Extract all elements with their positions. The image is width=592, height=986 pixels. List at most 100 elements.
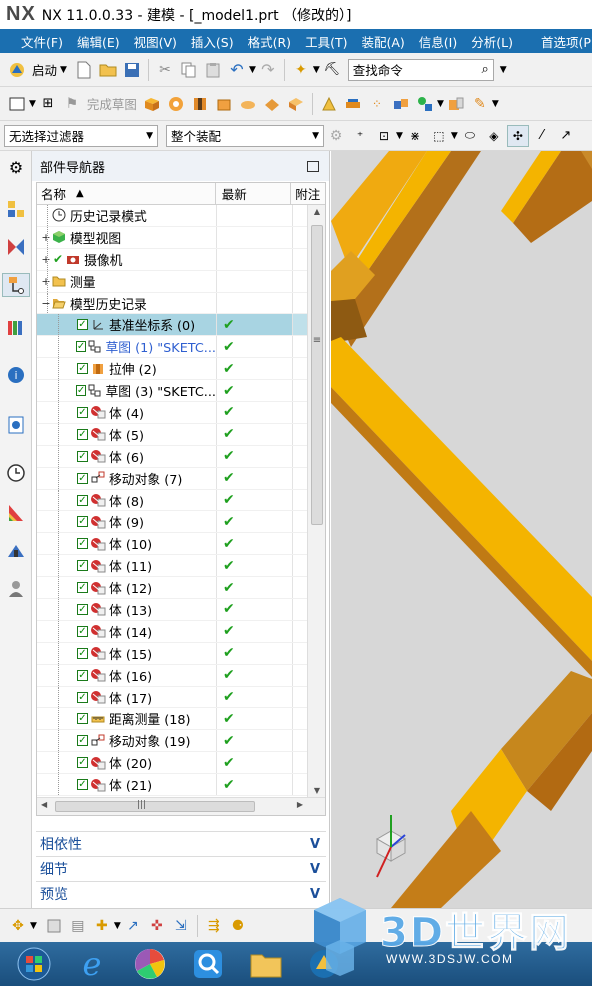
sequence-icon[interactable]: ⚈ (227, 915, 249, 937)
scroll-up-icon[interactable]: ▲ (308, 207, 325, 216)
select-dropdown-icon[interactable]: ▼ (396, 131, 403, 141)
tree-row-name-cell[interactable]: − 模型历史记录 (37, 292, 217, 314)
tree-row[interactable]: ✓ 草图 (3) "SKETC... ✔ (37, 380, 307, 403)
tree-row-name-cell[interactable]: + ✔ 摄像机 (37, 248, 217, 270)
repeat-dropdown-icon[interactable]: ▼ (313, 65, 320, 75)
dimension-icon[interactable]: ✥ (7, 915, 29, 937)
tree-row-name-cell[interactable]: ✓ 体 (4) (37, 402, 217, 423)
history-icon[interactable] (4, 461, 28, 485)
tree-row-name-cell[interactable]: ✓ 体 (5) (37, 423, 217, 445)
graphics-window[interactable] (331, 151, 592, 908)
scroll-thumb[interactable] (311, 225, 323, 525)
tree-row-name-cell[interactable]: + 模型视图 (37, 226, 217, 248)
add-dropdown-icon[interactable]: ▼ (114, 921, 121, 931)
visibility-checkbox[interactable]: ✓ (77, 494, 88, 506)
expand-toggle-icon[interactable]: + (41, 230, 51, 244)
start-icon[interactable] (6, 59, 28, 81)
tree-row[interactable]: ✓ 体 (16) ✔ (37, 664, 307, 687)
manufacturing-wizard-icon[interactable] (4, 539, 28, 563)
tree-row-name-cell[interactable]: ✓ 体 (10) (37, 533, 217, 555)
menu-analysis[interactable]: 分析(L) (464, 32, 520, 51)
copy-icon[interactable] (178, 59, 200, 81)
pattern-feature-icon[interactable]: ⁘ (366, 93, 388, 115)
tree-row[interactable]: + ✔ 摄像机 (37, 248, 307, 271)
visibility-checkbox[interactable]: ✓ (75, 385, 87, 397)
draft-icon[interactable] (445, 93, 467, 115)
tree-row-name-cell[interactable]: ✓ 体 (11) (37, 555, 217, 577)
tree-row-name-cell[interactable]: ✓ 基准坐标系 (0) (37, 314, 217, 336)
hd3d-tools-icon[interactable]: i (4, 363, 28, 387)
tree-row-name-cell[interactable]: ✓ 体 (20) (37, 752, 217, 774)
boolean-intersect-icon[interactable] (261, 93, 283, 115)
new-file-icon[interactable] (73, 59, 95, 81)
scroll-down-icon[interactable]: ▼ (308, 786, 325, 795)
visibility-checkbox[interactable]: ✓ (77, 406, 88, 418)
roles-icon[interactable] (4, 577, 28, 601)
cut-icon[interactable]: ✂ (154, 59, 176, 81)
file-explorer-icon[interactable] (242, 944, 290, 984)
assembly-constraints-icon[interactable]: ✜ (146, 915, 168, 937)
tree-row[interactable]: + 测量 (37, 270, 307, 293)
start-button[interactable]: 启动 (32, 60, 57, 79)
maximize-icon[interactable] (307, 160, 319, 172)
tree-row-name-cell[interactable]: ✓ 体 (21) (37, 774, 217, 796)
component-list-icon[interactable]: ▤ (67, 915, 89, 937)
mirror-assembly-icon[interactable]: ⇲ (170, 915, 192, 937)
expand-chevron-icon[interactable]: V (310, 837, 320, 852)
menu-tools[interactable]: 工具(T) (298, 32, 354, 51)
visibility-checkbox[interactable]: ✓ (77, 647, 88, 659)
visibility-checkbox[interactable]: ✓ (77, 669, 88, 681)
tree-row[interactable]: ✓ 体 (8) ✔ (37, 489, 307, 512)
tree-row[interactable]: ✓ 体 (17) ✔ (37, 686, 307, 709)
details-panel[interactable]: 细节 V (36, 856, 326, 881)
tree-row-name-cell[interactable]: ✓ 体 (6) (37, 445, 217, 467)
finish-sketch-button[interactable]: 完成草图 (87, 94, 137, 113)
visibility-checkbox[interactable]: ✓ (77, 538, 88, 550)
boolean-unite-icon[interactable] (213, 93, 235, 115)
mirror-feature-icon[interactable] (390, 93, 412, 115)
visibility-checkbox[interactable]: ✓ (77, 735, 88, 747)
sketch-rectangle-icon[interactable] (6, 93, 28, 115)
vertical-scrollbar[interactable]: ▲ ≡ ▼ (307, 205, 325, 797)
tree-row-name-cell[interactable]: ✓ 移动对象 (7) (37, 467, 217, 489)
hscroll-thumb[interactable] (55, 801, 255, 812)
snap-options-icon[interactable]: ⋇ (404, 125, 426, 147)
visibility-checkbox[interactable]: ✓ (77, 713, 88, 725)
tree-row[interactable]: ✓ 体 (5) ✔ (37, 423, 307, 446)
exploded-view-icon[interactable]: ⇶ (203, 915, 225, 937)
tree-row[interactable]: ✓ 体 (9) ✔ (37, 511, 307, 534)
tree-row[interactable]: ✓ 体 (10) ✔ (37, 533, 307, 556)
menu-assembly[interactable]: 装配(A) (354, 32, 411, 51)
shell-icon[interactable] (285, 93, 307, 115)
repeat-command-icon[interactable]: ✦ (290, 59, 312, 81)
web-browser-icon[interactable] (4, 413, 28, 437)
tree-row[interactable]: ✓ 草图 (1) "SKETC... ✔ (37, 336, 307, 359)
edge-blend-icon[interactable] (318, 93, 340, 115)
tree-row[interactable]: ✓ 体 (21) ✔ (37, 774, 307, 797)
move-component-icon[interactable]: ↗ (122, 915, 144, 937)
expand-toggle-icon[interactable]: + (41, 252, 51, 266)
menu-preferences[interactable]: 首选项(P) (534, 32, 592, 51)
select-box-icon[interactable]: ⊡ (373, 125, 395, 147)
tree-row-name-cell[interactable]: 历史记录模式 (37, 205, 217, 226)
visibility-checkbox[interactable]: ✓ (77, 450, 88, 462)
snap-line-icon[interactable]: ⁄ (531, 125, 553, 147)
more-features-icon[interactable]: ✎ (469, 93, 491, 115)
start-orb-icon[interactable] (10, 944, 58, 984)
scroll-left-icon[interactable]: ◀ (41, 800, 47, 809)
visibility-checkbox[interactable]: ✓ (77, 428, 88, 440)
sketch-icon[interactable]: ⊞ (37, 93, 59, 115)
finish-sketch-flag-icon[interactable]: ⚑ (61, 93, 83, 115)
visibility-checkbox[interactable]: ✓ (77, 516, 88, 528)
tree-row-name-cell[interactable]: ✓ 体 (9) (37, 511, 217, 533)
column-attached[interactable]: 附注 (291, 183, 325, 204)
revolve-icon[interactable] (165, 93, 187, 115)
column-name[interactable]: 名称 ▲ (37, 183, 216, 204)
column-latest[interactable]: 最新 (216, 183, 292, 204)
redo-icon[interactable]: ↷ (257, 59, 279, 81)
visibility-checkbox[interactable]: ✓ (77, 560, 88, 572)
tree-row[interactable]: ✓ 体 (4) ✔ (37, 402, 307, 424)
boolean-subtract-icon[interactable] (237, 93, 259, 115)
chamfer-icon[interactable] (342, 93, 364, 115)
internet-explorer-icon[interactable]: e (68, 944, 116, 984)
